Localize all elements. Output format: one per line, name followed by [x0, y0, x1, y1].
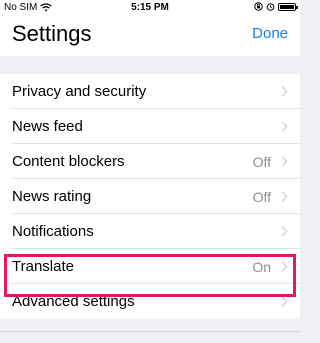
- alarm-icon: [266, 3, 275, 11]
- status-icons: [254, 2, 298, 11]
- settings-item-value: Off: [252, 188, 271, 205]
- settings-item-privacy-and-security[interactable]: Privacy and security: [0, 74, 300, 109]
- settings-item-value: Off: [252, 153, 271, 170]
- settings-list: Privacy and security News feed Content b…: [0, 74, 300, 319]
- settings-item-translate[interactable]: Translate On: [0, 249, 300, 284]
- settings-item-content-blockers[interactable]: Content blockers Off: [0, 144, 300, 179]
- settings-item-advanced-settings[interactable]: Advanced settings: [0, 284, 300, 319]
- settings-item-notifications[interactable]: Notifications: [0, 214, 300, 249]
- done-button[interactable]: Done: [252, 25, 288, 42]
- settings-item-label: Notifications: [12, 223, 94, 240]
- status-bar: No SIM 5:15 PM: [0, 0, 300, 15]
- settings-item-news-rating[interactable]: News rating Off: [0, 179, 300, 214]
- settings-item-value: On: [252, 258, 271, 275]
- settings-item-label: Content blockers: [12, 153, 125, 170]
- settings-item-label: News rating: [12, 188, 92, 205]
- chevron-right-icon: [277, 226, 288, 237]
- screen-lock-icon: [254, 2, 263, 11]
- chevron-right-icon: [277, 296, 288, 307]
- chevron-right-icon: [277, 121, 288, 132]
- chevron-right-icon: [277, 156, 288, 167]
- navigation-bar: Settings Done: [0, 15, 300, 56]
- page-title: Settings: [12, 21, 92, 46]
- chevron-right-icon: [277, 191, 288, 202]
- settings-item-label: Privacy and security: [12, 83, 147, 100]
- chevron-right-icon: [277, 86, 288, 97]
- divider: [0, 331, 300, 332]
- settings-item-label: Advanced settings: [12, 293, 135, 310]
- battery-icon: [278, 2, 298, 11]
- settings-item-news-feed[interactable]: News feed: [0, 109, 300, 144]
- settings-item-label: News feed: [12, 118, 83, 135]
- settings-item-label: Translate: [12, 258, 74, 275]
- chevron-right-icon: [277, 261, 288, 272]
